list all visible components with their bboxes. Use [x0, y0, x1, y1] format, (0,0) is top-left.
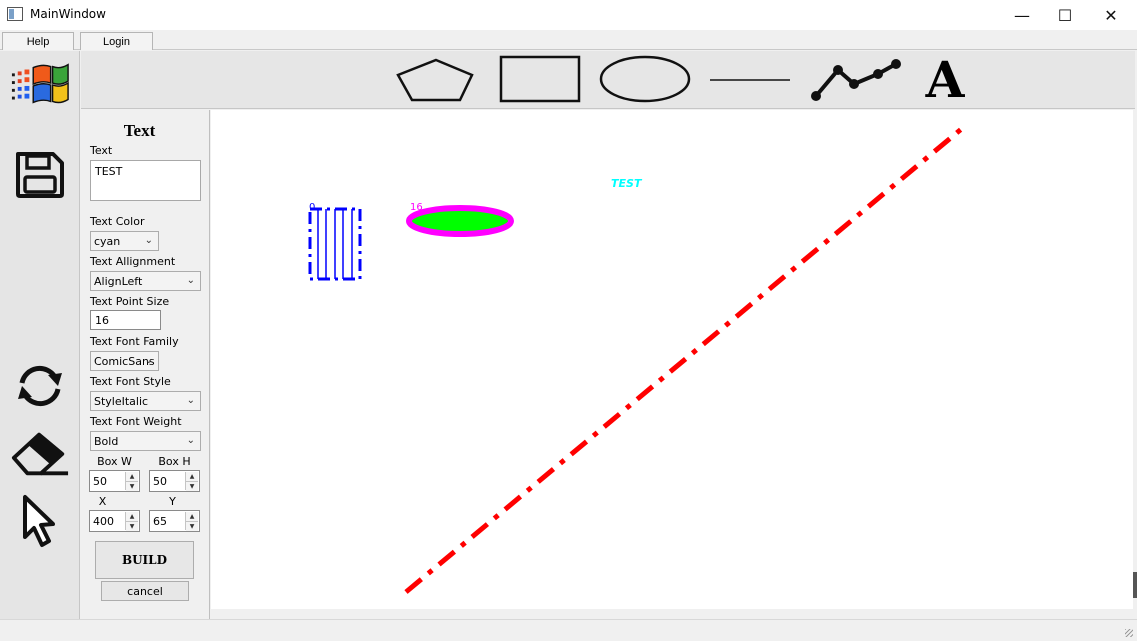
point-size-label: Text Point Size [90, 295, 170, 308]
canvas-rectangle[interactable] [308, 207, 362, 281]
font-family-label: Text Font Family [90, 335, 179, 348]
shape-toolbar: A [81, 50, 1135, 109]
menu-bar: Help Login [0, 30, 1137, 50]
close-button[interactable]: ✕ [1088, 0, 1134, 30]
pentagon-icon[interactable] [394, 51, 478, 107]
canvas-ellipse[interactable] [406, 205, 514, 237]
line-icon[interactable] [708, 51, 792, 107]
pointer-icon[interactable] [10, 491, 70, 551]
properties-panel: Text Text TEST Text Color cyan ⌄ Text Al… [81, 110, 210, 619]
windows-logo-icon[interactable] [10, 55, 70, 115]
minimize-button[interactable]: — [999, 0, 1045, 30]
y-label: Y [169, 495, 176, 508]
resize-grip-icon[interactable] [1125, 629, 1133, 637]
chevron-down-icon: ⌄ [186, 395, 195, 406]
polyline-icon[interactable] [808, 51, 902, 107]
box-w-spinbox[interactable]: 50 ▲ ▼ [89, 470, 140, 492]
text-color-value: cyan [94, 234, 121, 248]
alignment-value: AlignLeft [94, 274, 143, 288]
alignment-label: Text Allignment [90, 255, 176, 268]
spin-down-icon[interactable]: ▼ [186, 521, 198, 531]
box-w-label: Box W [97, 455, 132, 468]
spin-up-icon[interactable]: ▲ [186, 512, 198, 521]
box-h-label: Box H [158, 455, 191, 468]
panel-title: Text [123, 121, 156, 140]
spin-arrows[interactable]: ▲ ▼ [185, 512, 198, 531]
text-label: Text [90, 144, 113, 157]
font-weight-label: Text Font Weight [90, 415, 182, 428]
maximize-button[interactable]: ☐ [1042, 0, 1088, 30]
eraser-icon[interactable] [10, 423, 70, 483]
font-weight-select[interactable]: Bold ⌄ [90, 431, 201, 451]
box-w-value: 50 [93, 474, 107, 488]
chevron-down-icon: ⌄ [186, 275, 195, 286]
font-family-select[interactable]: ComicSans ⌄ [90, 351, 159, 371]
chevron-down-icon: ⌄ [144, 355, 153, 366]
point-size-input[interactable]: 16 [90, 310, 161, 330]
build-button[interactable]: BUILD [95, 541, 194, 579]
alignment-select[interactable]: AlignLeft ⌄ [90, 271, 201, 291]
spin-down-icon[interactable]: ▼ [126, 481, 138, 491]
spin-up-icon[interactable]: ▲ [126, 472, 138, 481]
cancel-button[interactable]: cancel [101, 581, 189, 601]
spin-down-icon[interactable]: ▼ [126, 521, 138, 531]
chevron-down-icon: ⌄ [144, 235, 153, 246]
chevron-down-icon: ⌄ [186, 435, 195, 446]
font-style-value: StyleItalic [94, 394, 149, 408]
spin-arrows[interactable]: ▲ ▼ [125, 512, 138, 531]
text-color-select[interactable]: cyan ⌄ [90, 231, 159, 251]
title-bar: MainWindow — ☐ ✕ [0, 0, 1137, 30]
status-bar [0, 619, 1137, 641]
spin-down-icon[interactable]: ▼ [186, 481, 198, 491]
drawing-canvas[interactable]: 0 16 TEST [211, 110, 1133, 609]
spin-up-icon[interactable]: ▲ [186, 472, 198, 481]
menu-help[interactable]: Help [2, 32, 74, 50]
window-title: MainWindow [30, 7, 106, 21]
canvas-svg: 0 16 TEST [308, 124, 967, 594]
box-h-spinbox[interactable]: 50 ▲ ▼ [149, 470, 200, 492]
font-style-select[interactable]: StyleItalic ⌄ [90, 391, 201, 411]
text-input[interactable]: TEST [90, 160, 201, 201]
spin-up-icon[interactable]: ▲ [126, 512, 138, 521]
canvas-text-item[interactable]: TEST [611, 177, 643, 190]
box-h-value: 50 [153, 474, 167, 488]
save-icon[interactable] [10, 145, 70, 205]
font-style-label: Text Font Style [90, 375, 171, 388]
canvas-line[interactable] [404, 124, 967, 594]
font-weight-value: Bold [94, 434, 119, 448]
text-tool-icon[interactable]: A [915, 50, 975, 109]
spin-arrows[interactable]: ▲ ▼ [185, 472, 198, 491]
spin-arrows[interactable]: ▲ ▼ [125, 472, 138, 491]
x-label: X [98, 495, 107, 508]
x-value: 400 [93, 514, 114, 528]
y-spinbox[interactable]: 65 ▲ ▼ [149, 510, 200, 532]
x-spinbox[interactable]: 400 ▲ ▼ [89, 510, 140, 532]
refresh-icon[interactable] [10, 356, 70, 416]
y-value: 65 [153, 514, 167, 528]
menu-login[interactable]: Login [80, 32, 153, 50]
ellipse-icon[interactable] [598, 51, 692, 107]
scrollbar-stub[interactable] [1133, 572, 1137, 598]
text-color-label: Text Color [90, 215, 145, 228]
rectangle-icon[interactable] [498, 51, 582, 107]
left-toolbar [0, 51, 80, 619]
app-icon [7, 7, 23, 21]
